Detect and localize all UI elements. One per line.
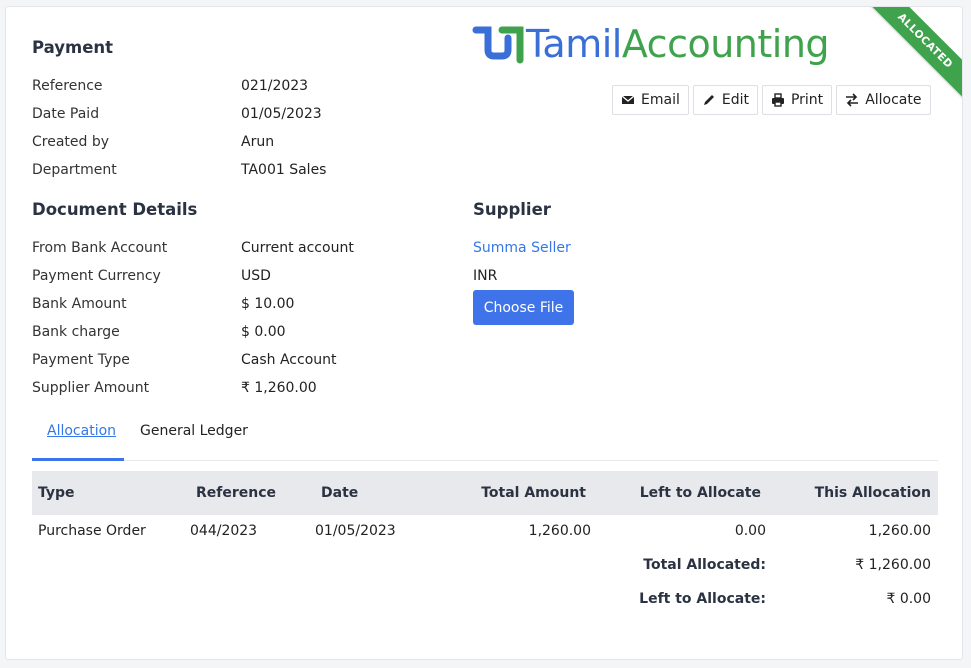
department-label: Department: [32, 162, 117, 178]
supplier-amount-value: ₹ 1,260.00: [241, 380, 317, 396]
reference-label: Reference: [32, 78, 103, 94]
detail-tabs: Allocation General Ledger: [32, 417, 938, 461]
created-by-label: Created by: [32, 134, 110, 150]
cell-date: 01/05/2023: [315, 523, 396, 539]
date-paid-value: 01/05/2023: [241, 106, 322, 122]
cell-reference-link[interactable]: 044/2023: [190, 523, 257, 539]
choose-file-button[interactable]: Choose File: [473, 290, 574, 325]
payment-currency-label: Payment Currency: [32, 268, 161, 284]
left-to-allocate-label: Left to Allocate:: [639, 591, 766, 607]
total-allocated-row: Total Allocated: ₹ 1,260.00: [32, 549, 938, 583]
department-value: TA001 Sales: [241, 162, 327, 178]
edit-button[interactable]: Edit: [692, 85, 758, 115]
payment-currency-value: USD: [241, 268, 271, 284]
page-title: Payment: [32, 38, 114, 57]
from-bank-account-value: Current account: [241, 240, 354, 256]
supplier-name-link[interactable]: Summa Seller: [473, 240, 571, 256]
envelope-icon: [621, 95, 635, 104]
from-bank-account-label: From Bank Account: [32, 240, 168, 256]
total-allocated-label: Total Allocated:: [643, 557, 766, 573]
allocation-table: Type Reference Date Total Amount Left to…: [32, 471, 938, 617]
column-header-reference: Reference: [196, 485, 277, 501]
table-row: Purchase Order 044/2023 01/05/2023 1,260…: [32, 515, 938, 549]
exchange-icon: [846, 93, 859, 107]
action-toolbar: Email Edit Print Allocate: [612, 85, 931, 115]
print-button[interactable]: Print: [761, 85, 833, 115]
printer-icon: [771, 93, 784, 107]
logo-text: TamilAccounting: [526, 22, 830, 66]
active-tab-indicator: [32, 458, 124, 461]
email-button[interactable]: Email: [612, 85, 689, 115]
pencil-icon: [703, 95, 714, 105]
total-allocated-value: ₹ 1,260.00: [855, 557, 931, 573]
logo-mark-icon: [472, 26, 524, 64]
payment-type-value: Cash Account: [241, 352, 337, 368]
created-by-value: Arun: [241, 134, 275, 150]
supplier-amount-label: Supplier Amount: [32, 380, 150, 396]
cell-total-amount: 1,260.00: [528, 523, 591, 539]
left-to-allocate-row: Left to Allocate: ₹ 0.00: [32, 583, 938, 617]
tab-allocation[interactable]: Allocation: [47, 423, 116, 439]
bank-charge-value: $ 0.00: [241, 324, 286, 340]
column-header-date: Date: [321, 485, 359, 501]
bank-amount-label: Bank Amount: [32, 296, 127, 312]
tamilaccounting-logo: TamilAccounting: [472, 19, 830, 69]
reference-value: 021/2023: [241, 78, 309, 94]
allocate-button[interactable]: Allocate: [836, 85, 931, 115]
tab-general-ledger[interactable]: General Ledger: [140, 423, 248, 439]
supplier-title: Supplier: [473, 200, 551, 219]
column-header-total-amount: Total Amount: [481, 485, 586, 501]
column-header-this-allocation: This Allocation: [814, 485, 931, 501]
bank-charge-label: Bank charge: [32, 324, 120, 340]
cell-this-allocation: 1,260.00: [868, 523, 931, 539]
cell-type: Purchase Order: [38, 523, 146, 539]
supplier-currency: INR: [473, 268, 498, 284]
table-header: Type Reference Date Total Amount Left to…: [32, 471, 938, 515]
payment-type-label: Payment Type: [32, 352, 130, 368]
cell-left-to-allocate: 0.00: [734, 523, 766, 539]
date-paid-label: Date Paid: [32, 106, 100, 122]
column-header-type: Type: [38, 485, 75, 501]
left-to-allocate-value: ₹ 0.00: [886, 591, 931, 607]
column-header-left-to-allocate: Left to Allocate: [639, 485, 761, 501]
payment-card: Payment TamilAccounting ALLOCATED Refere…: [5, 6, 963, 660]
document-details-title: Document Details: [32, 200, 198, 219]
bank-amount-value: $ 10.00: [241, 296, 295, 312]
